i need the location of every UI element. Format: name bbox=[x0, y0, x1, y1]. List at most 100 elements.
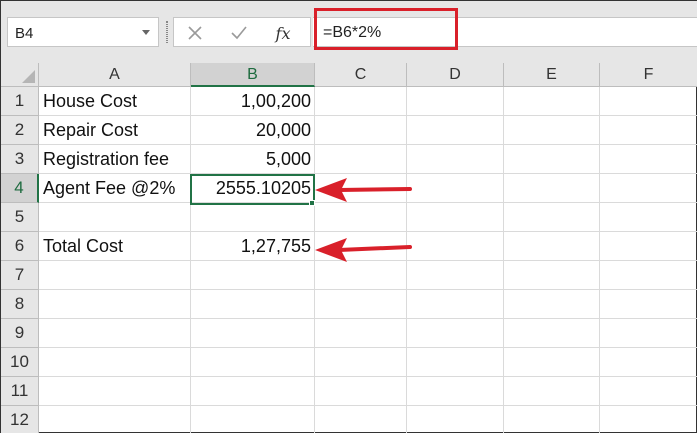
cell-a12[interactable] bbox=[39, 406, 191, 433]
column-header-c[interactable]: C bbox=[315, 63, 407, 87]
select-all-icon bbox=[22, 70, 35, 83]
cell-b11[interactable] bbox=[191, 377, 315, 406]
cell-f5[interactable] bbox=[600, 203, 697, 232]
cell-e1[interactable] bbox=[504, 87, 600, 116]
cell-e2[interactable] bbox=[504, 116, 600, 145]
cell-b8[interactable] bbox=[191, 290, 315, 319]
cell-a3[interactable]: Registration fee bbox=[39, 145, 191, 174]
cell-f1[interactable] bbox=[600, 87, 697, 116]
column-header-d[interactable]: D bbox=[407, 63, 504, 87]
cell-f9[interactable] bbox=[600, 319, 697, 348]
row-header-2[interactable]: 2 bbox=[1, 116, 39, 145]
column-header-b[interactable]: B bbox=[191, 63, 315, 87]
cell-e5[interactable] bbox=[504, 203, 600, 232]
cell-c5[interactable] bbox=[315, 203, 407, 232]
cell-c11[interactable] bbox=[315, 377, 407, 406]
cell-a1[interactable]: House Cost bbox=[39, 87, 191, 116]
cancel-icon[interactable] bbox=[184, 22, 206, 44]
active-cell-border bbox=[190, 174, 315, 205]
cell-c9[interactable] bbox=[315, 319, 407, 348]
cell-d1[interactable] bbox=[407, 87, 504, 116]
cell-f10[interactable] bbox=[600, 348, 697, 377]
insert-function-button[interactable]: fx bbox=[272, 22, 294, 44]
cell-a4[interactable]: Agent Fee @2% bbox=[39, 174, 191, 203]
cell-d9[interactable] bbox=[407, 319, 504, 348]
cell-d5[interactable] bbox=[407, 203, 504, 232]
row-header-3[interactable]: 3 bbox=[1, 145, 39, 174]
cell-a11[interactable] bbox=[39, 377, 191, 406]
cell-f11[interactable] bbox=[600, 377, 697, 406]
row-header-10[interactable]: 10 bbox=[1, 348, 39, 377]
cell-d8[interactable] bbox=[407, 290, 504, 319]
worksheet-grid[interactable]: A B C D E F 1 2 3 4 5 6 7 8 9 10 11 12 H… bbox=[1, 63, 697, 433]
column-header-a[interactable]: A bbox=[39, 63, 191, 87]
row-header-7[interactable]: 7 bbox=[1, 261, 39, 290]
cell-d12[interactable] bbox=[407, 406, 504, 433]
cell-c7[interactable] bbox=[315, 261, 407, 290]
column-header-e[interactable]: E bbox=[504, 63, 600, 87]
cell-c3[interactable] bbox=[315, 145, 407, 174]
cell-c10[interactable] bbox=[315, 348, 407, 377]
cell-e3[interactable] bbox=[504, 145, 600, 174]
cell-e8[interactable] bbox=[504, 290, 600, 319]
row-header-11[interactable]: 11 bbox=[1, 377, 39, 406]
formula-bar-grip[interactable] bbox=[166, 21, 168, 43]
name-box-dropdown-icon[interactable] bbox=[142, 30, 150, 35]
cell-d7[interactable] bbox=[407, 261, 504, 290]
cell-a2[interactable]: Repair Cost bbox=[39, 116, 191, 145]
cell-b5[interactable] bbox=[191, 203, 315, 232]
cell-a6[interactable]: Total Cost bbox=[39, 232, 191, 261]
cell-e6[interactable] bbox=[504, 232, 600, 261]
cell-a9[interactable] bbox=[39, 319, 191, 348]
cell-a7[interactable] bbox=[39, 261, 191, 290]
cell-a10[interactable] bbox=[39, 348, 191, 377]
cell-d2[interactable] bbox=[407, 116, 504, 145]
cell-f7[interactable] bbox=[600, 261, 697, 290]
row-header-1[interactable]: 1 bbox=[1, 87, 39, 116]
select-all-button[interactable] bbox=[1, 63, 39, 87]
cell-d3[interactable] bbox=[407, 145, 504, 174]
cell-d11[interactable] bbox=[407, 377, 504, 406]
cell-e10[interactable] bbox=[504, 348, 600, 377]
cell-c1[interactable] bbox=[315, 87, 407, 116]
cell-b9[interactable] bbox=[191, 319, 315, 348]
name-box[interactable]: B4 bbox=[7, 17, 159, 47]
cell-a8[interactable] bbox=[39, 290, 191, 319]
cell-e7[interactable] bbox=[504, 261, 600, 290]
cell-b10[interactable] bbox=[191, 348, 315, 377]
row-header-9[interactable]: 9 bbox=[1, 319, 39, 348]
cell-b1[interactable]: 1,00,200 bbox=[191, 87, 315, 116]
name-box-value: B4 bbox=[15, 25, 34, 42]
cell-b12[interactable] bbox=[191, 406, 315, 433]
cell-c12[interactable] bbox=[315, 406, 407, 433]
cell-f6[interactable] bbox=[600, 232, 697, 261]
cell-c2[interactable] bbox=[315, 116, 407, 145]
cell-e4[interactable] bbox=[504, 174, 600, 203]
row-header-5[interactable]: 5 bbox=[1, 203, 39, 232]
arrow-left-icon bbox=[315, 178, 412, 202]
cell-f12[interactable] bbox=[600, 406, 697, 433]
cell-b2[interactable]: 20,000 bbox=[191, 116, 315, 145]
row-header-8[interactable]: 8 bbox=[1, 290, 39, 319]
row-header-4[interactable]: 4 bbox=[1, 174, 39, 203]
cell-e11[interactable] bbox=[504, 377, 600, 406]
cell-a5[interactable] bbox=[39, 203, 191, 232]
check-icon[interactable] bbox=[228, 22, 250, 44]
row-header-6[interactable]: 6 bbox=[1, 232, 39, 261]
arrow-left-icon bbox=[315, 238, 412, 262]
cell-e12[interactable] bbox=[504, 406, 600, 433]
column-header-f[interactable]: F bbox=[600, 63, 697, 87]
cell-f3[interactable] bbox=[600, 145, 697, 174]
cell-d10[interactable] bbox=[407, 348, 504, 377]
row-header-12[interactable]: 12 bbox=[1, 406, 39, 433]
cell-d6[interactable] bbox=[407, 232, 504, 261]
cell-b3[interactable]: 5,000 bbox=[191, 145, 315, 174]
cell-f4[interactable] bbox=[600, 174, 697, 203]
cell-f2[interactable] bbox=[600, 116, 697, 145]
cell-b7[interactable] bbox=[191, 261, 315, 290]
cell-f8[interactable] bbox=[600, 290, 697, 319]
cell-e9[interactable] bbox=[504, 319, 600, 348]
cell-c8[interactable] bbox=[315, 290, 407, 319]
cell-b6[interactable]: 1,27,755 bbox=[191, 232, 315, 261]
cell-d4[interactable] bbox=[407, 174, 504, 203]
